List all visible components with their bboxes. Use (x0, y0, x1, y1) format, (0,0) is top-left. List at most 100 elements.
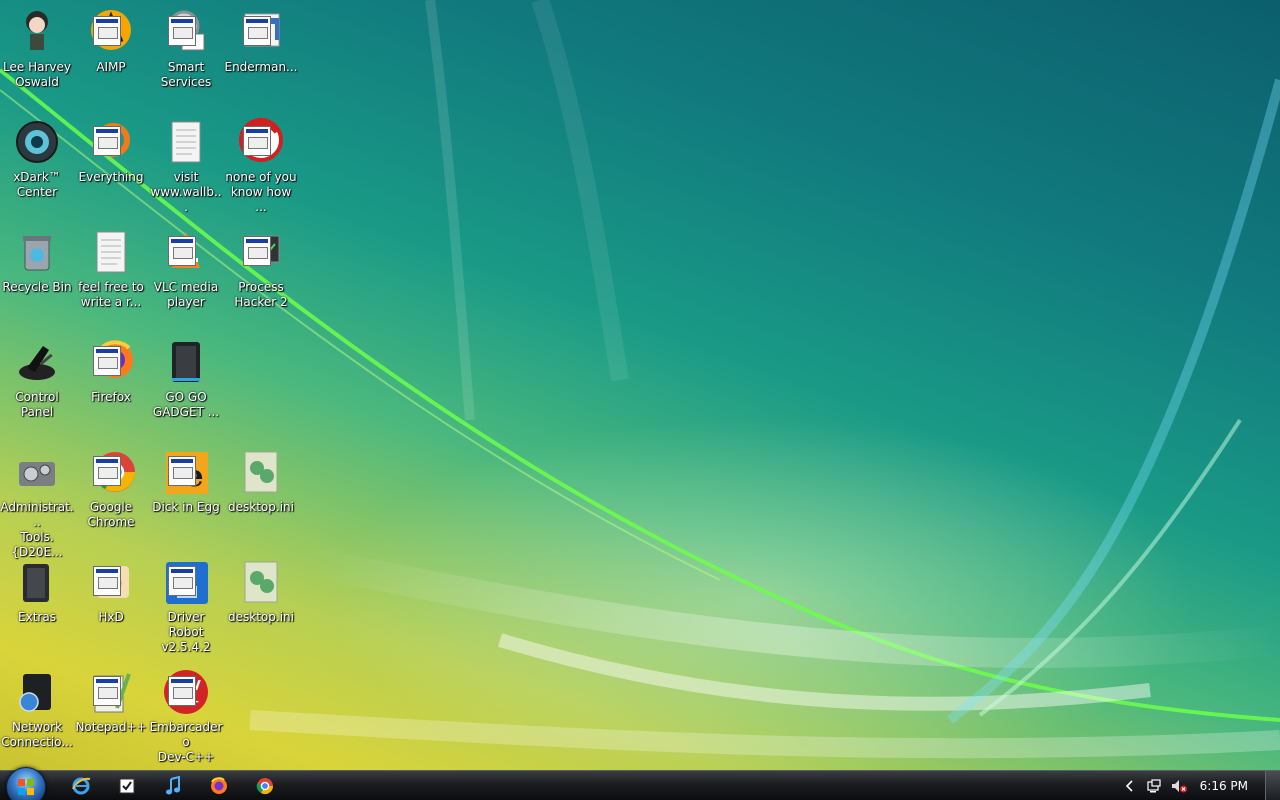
desktop-icon-label: Dick in Egg (152, 500, 220, 514)
recycle-bin-icon (13, 228, 61, 276)
shortcut-overlay-icon (243, 126, 271, 156)
desktop-icon-label: Administrat... Tools.{D20E... (0, 500, 74, 559)
desktop-icon-label: AIMP (96, 60, 126, 74)
notepadpp-icon (87, 668, 135, 716)
tray-network[interactable] (1142, 774, 1166, 798)
desktop-icon[interactable]: feel free to write a r... (74, 224, 148, 328)
desktop-icon[interactable]: Lee Harvey Oswald (0, 4, 74, 108)
taskbar-firefox[interactable] (202, 774, 236, 798)
desktop-icon-label: Driver Robot v2.5.4.2 (161, 610, 211, 654)
music-icon (166, 776, 180, 795)
desktop-icon-label: desktop.ini (228, 610, 294, 624)
shortcut-overlay-icon (243, 16, 271, 46)
desktop-icon-label: Google Chrome (87, 500, 135, 529)
chrome-icon (256, 778, 274, 795)
desktop-icon-label: Notepad++ (75, 720, 147, 734)
desktop-icon-label: none of you know how ... (225, 170, 297, 214)
desktop-icon-label: HxD (98, 610, 124, 624)
devcpp-icon: DEV+ (162, 668, 210, 716)
desktop-icon[interactable]: Firefox (74, 334, 148, 438)
desktop-icon[interactable]: Recycle Bin (0, 224, 74, 328)
hxd-icon: D (87, 558, 135, 606)
taskbar-tasks[interactable] (110, 774, 144, 798)
desktop-icon-label: desktop.ini (228, 500, 294, 514)
show-desktop-button[interactable] (1265, 771, 1280, 800)
desktop-icon[interactable]: desktop.ini (224, 444, 298, 548)
shortcut-overlay-icon (168, 236, 196, 266)
desktop-icon-label: Process Hacker 2 (234, 280, 288, 309)
gadget-folder-icon (162, 338, 210, 386)
desktop-icon-label: Control Panel (15, 390, 59, 419)
taskbar-chrome[interactable] (248, 774, 282, 798)
ini-file-icon (237, 558, 285, 606)
internet-explorer-icon (72, 777, 91, 795)
desktop-icon[interactable]: Network Connectio... (0, 664, 74, 768)
desktop-icon[interactable]: Process Hacker 2 (224, 224, 298, 328)
shortcut-overlay-icon (93, 676, 121, 706)
anime-girl-icon (13, 8, 61, 56)
desktop-icon[interactable]: Administrat... Tools.{D20E... (0, 444, 74, 559)
desktop-icon[interactable]: Extras (0, 554, 74, 658)
control-panel-icon (13, 338, 61, 386)
admin-tools-icon (13, 448, 61, 496)
shortcut-overlay-icon (93, 566, 121, 596)
shortcut-overlay-icon (243, 236, 271, 266)
desktop-icon[interactable]: DEV+Embarcadero Dev-C++ (149, 664, 223, 768)
smart-services-icon (162, 8, 210, 56)
folder-extras-icon (13, 558, 61, 606)
chrome-icon (87, 448, 135, 496)
desktop-icon-label: feel free to write a r... (78, 280, 144, 309)
aimp-icon (87, 8, 135, 56)
firefox-icon (87, 338, 135, 386)
desktop-icon[interactable]: Everything (74, 114, 148, 218)
volume-muted-icon (1172, 780, 1187, 793)
tasks-icon (119, 778, 135, 794)
start-button[interactable] (6, 767, 46, 800)
desktop-icon[interactable]: visit www.wallb... (149, 114, 223, 218)
network-connections-icon (13, 668, 61, 716)
desktop-icon[interactable]: xDark™ Center (0, 114, 74, 218)
dick-in-egg-icon: e (162, 448, 210, 496)
shortcut-overlay-icon (93, 456, 121, 486)
red-circle-icon (237, 118, 285, 166)
desktop-icon[interactable]: AIMP (74, 4, 148, 108)
desktop-icon-label: VLC media player (153, 280, 219, 309)
shortcut-overlay-icon (168, 16, 196, 46)
desktop-icon[interactable]: VLC media player (149, 224, 223, 328)
desktop-icon-label: xDark™ Center (13, 170, 61, 199)
driver-robot-icon (162, 558, 210, 606)
desktop-icon[interactable]: none of you know how ... (224, 114, 298, 218)
tray-expand[interactable] (1118, 774, 1142, 798)
desktop-icon[interactable]: Driver Robot v2.5.4.2 (149, 554, 223, 658)
firefox-icon (211, 777, 227, 794)
taskbar: 6:16 PM (0, 767, 1280, 800)
desktop-icon-label: Firefox (91, 390, 131, 404)
process-hacker-icon (237, 228, 285, 276)
shortcut-overlay-icon (93, 16, 121, 46)
shortcut-overlay-icon (93, 346, 121, 376)
desktop[interactable]: Lee Harvey Oswald xDark™ Center Recycle Bi… (0, 0, 1280, 770)
desktop-icon[interactable]: Enderman... (224, 4, 298, 108)
taskbar-internet-explorer[interactable] (64, 774, 98, 798)
desktop-icon-label: Extras (18, 610, 56, 624)
tray-volume[interactable] (1167, 774, 1191, 798)
vlc-icon (162, 228, 210, 276)
desktop-icon[interactable]: e Dick in Egg (149, 444, 223, 548)
text-file-icon (162, 118, 210, 166)
shortcut-overlay-icon (93, 126, 121, 156)
desktop-icon[interactable]: GO GO GADGET ... (149, 334, 223, 438)
desktop-icon[interactable]: Control Panel (0, 334, 74, 438)
desktop-icon[interactable]: Notepad++ (74, 664, 148, 768)
desktop-icon-label: Enderman... (224, 60, 298, 74)
network-icon (1147, 779, 1161, 793)
taskbar-music[interactable] (156, 774, 190, 798)
desktop-icon-label: Network Connectio... (1, 720, 73, 749)
shortcut-overlay-icon (168, 676, 196, 706)
desktop-icon[interactable]: Google Chrome (74, 444, 148, 548)
shortcut-overlay-icon (168, 456, 196, 486)
taskbar-clock[interactable]: 6:16 PM (1200, 779, 1248, 793)
desktop-icon[interactable]: D HxD (74, 554, 148, 658)
text-file-icon (87, 228, 135, 276)
desktop-icon[interactable]: Smart Services (149, 4, 223, 108)
desktop-icon[interactable]: desktop.ini (224, 554, 298, 658)
